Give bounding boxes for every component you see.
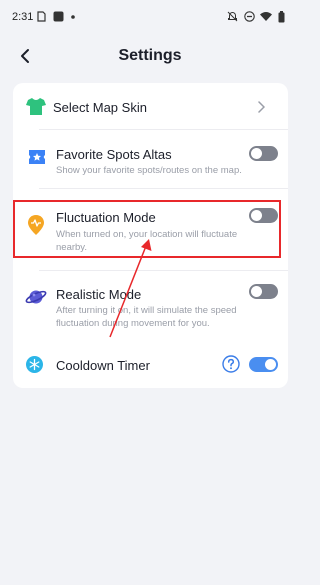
wifi-icon bbox=[260, 12, 272, 21]
annotation-highlight-box bbox=[13, 200, 281, 258]
favorite-spots-title: Favorite Spots Altas bbox=[56, 147, 172, 162]
realistic-mode-toggle[interactable] bbox=[249, 284, 278, 299]
toggle-knob bbox=[251, 148, 262, 159]
do-not-disturb-icon bbox=[244, 11, 255, 22]
dot-icon bbox=[71, 15, 75, 19]
favorite-spots-row: Favorite Spots Altas Show your favorite … bbox=[13, 129, 288, 181]
page-title: Settings bbox=[118, 47, 182, 64]
toggle-knob bbox=[251, 286, 262, 297]
cooldown-timer-toggle[interactable] bbox=[249, 357, 278, 372]
sim-icon bbox=[37, 11, 46, 22]
question-circle-icon[interactable] bbox=[222, 355, 240, 373]
alarm-off-icon bbox=[227, 11, 238, 22]
chevron-right-icon bbox=[258, 101, 265, 113]
snowflake-icon bbox=[26, 356, 43, 373]
divider bbox=[39, 270, 288, 271]
star-ticket-icon bbox=[29, 150, 45, 164]
status-bar: 2:31 bbox=[0, 0, 300, 34]
divider bbox=[39, 188, 288, 189]
map-skin-title: Select Map Skin bbox=[53, 100, 147, 115]
favorite-spots-toggle[interactable] bbox=[249, 146, 278, 161]
realistic-mode-description-line2: fluctuation during movement for you. bbox=[56, 318, 210, 329]
planet-icon bbox=[25, 290, 47, 304]
realistic-mode-row: Realistic Mode After turning it on, it w… bbox=[13, 273, 288, 335]
realistic-mode-title: Realistic Mode bbox=[56, 287, 142, 302]
status-time: 2:31 bbox=[12, 11, 34, 23]
map-skin-row[interactable]: Select Map Skin bbox=[13, 83, 288, 129]
realistic-mode-description-line1: After turning it on, it will simulate th… bbox=[56, 305, 237, 316]
toggle-knob bbox=[265, 359, 276, 370]
cooldown-timer-title: Cooldown Timer bbox=[56, 358, 150, 373]
cooldown-timer-row: Cooldown Timer bbox=[13, 348, 288, 382]
battery-icon bbox=[278, 11, 285, 23]
favorite-spots-description: Show your favorite spots/routes on the m… bbox=[56, 165, 242, 176]
square-app-icon bbox=[53, 11, 64, 22]
shirt-icon bbox=[26, 98, 46, 115]
header: Settings bbox=[0, 38, 300, 74]
